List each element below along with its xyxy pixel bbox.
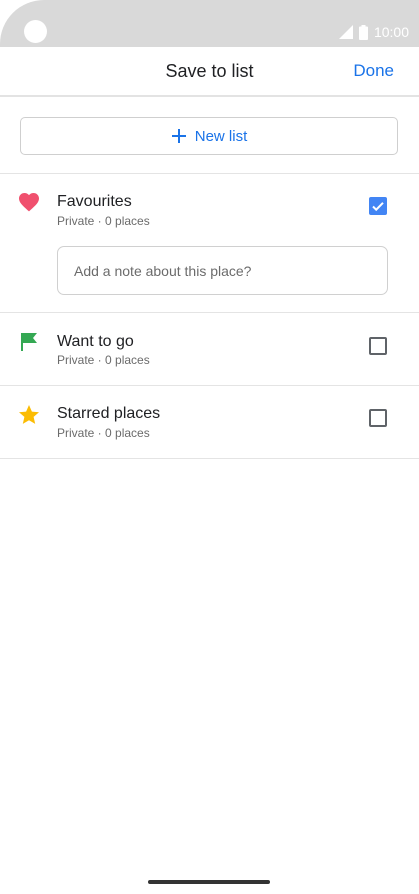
star-icon bbox=[19, 405, 39, 424]
home-indicator[interactable] bbox=[148, 880, 270, 884]
divider bbox=[0, 385, 419, 386]
list-subtitle: Private · 0 places bbox=[57, 214, 150, 228]
note-input[interactable] bbox=[57, 246, 388, 295]
want-to-go-checkbox[interactable] bbox=[369, 337, 387, 355]
divider bbox=[0, 173, 419, 174]
status-icons: 10:00 bbox=[338, 23, 409, 41]
status-bar: 10:00 bbox=[0, 0, 419, 47]
favourites-checkbox[interactable] bbox=[369, 197, 387, 215]
starred-places-checkbox[interactable] bbox=[369, 409, 387, 427]
app-bar: Save to list Done bbox=[0, 47, 419, 97]
divider bbox=[0, 312, 419, 313]
heart-icon bbox=[19, 193, 39, 212]
status-time: 10:00 bbox=[373, 24, 409, 40]
list-title: Starred places bbox=[57, 405, 161, 422]
list-subtitle: Private · 0 places bbox=[57, 426, 150, 440]
battery-icon bbox=[358, 24, 368, 40]
done-button[interactable]: Done bbox=[353, 61, 394, 81]
list-title: Want to go bbox=[57, 333, 134, 350]
camera-cutout bbox=[24, 20, 47, 43]
new-list-label: New list bbox=[194, 127, 248, 145]
flag-icon bbox=[21, 333, 37, 351]
signal-icon bbox=[338, 25, 353, 39]
list-title: Favourites bbox=[57, 193, 132, 210]
plus-icon bbox=[171, 129, 186, 143]
divider bbox=[0, 458, 419, 459]
check-icon bbox=[372, 202, 384, 212]
list-subtitle: Private · 0 places bbox=[57, 353, 150, 367]
new-list-button[interactable]: New list bbox=[20, 117, 398, 155]
